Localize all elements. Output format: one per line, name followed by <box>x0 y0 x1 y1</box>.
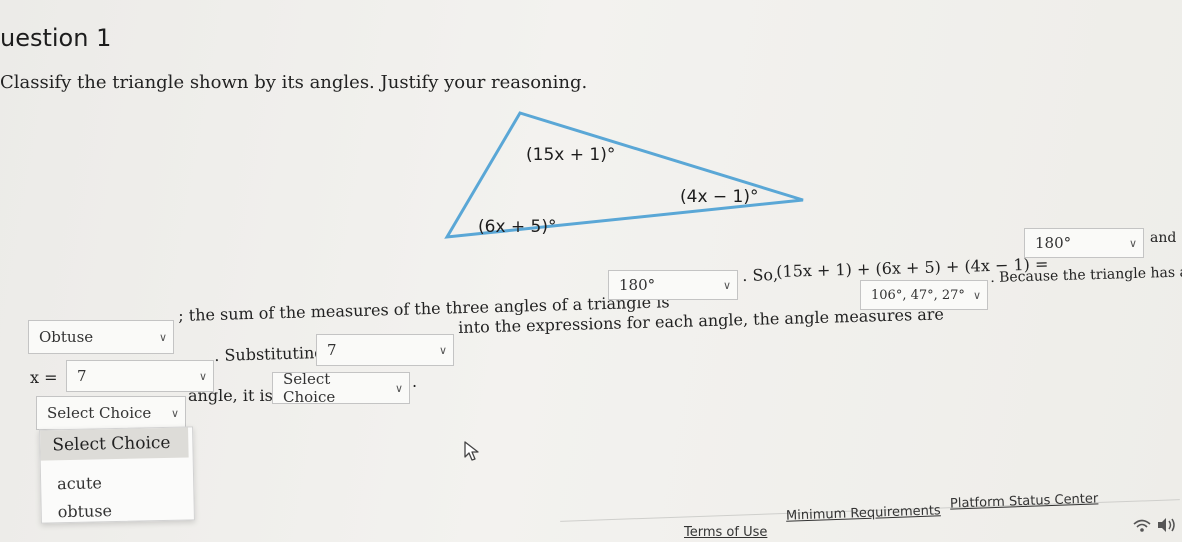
choice-dropdown-menu: Select Choice acute obtuse <box>39 426 195 524</box>
chevron-down-icon: ∨ <box>158 330 167 344</box>
chevron-down-icon: ∨ <box>198 369 207 383</box>
substitute-value: 7 <box>327 341 337 359</box>
angle-type-value: Select Choice <box>47 404 152 422</box>
volume-icon <box>1158 518 1175 532</box>
wifi-icon <box>1133 519 1151 532</box>
angle-left-label: (6x + 5)° <box>478 217 557 237</box>
equation-value: 180° <box>1035 234 1072 252</box>
requirements-link[interactable]: Minimum Requirements <box>786 503 941 523</box>
angle-type-select[interactable]: Select Choice ∨ <box>36 396 186 430</box>
question-title: uestion 1 <box>0 24 112 52</box>
angle-measures-select[interactable]: 106°, 47°, 27° ∨ <box>860 280 988 310</box>
triangle-type-select[interactable]: Select Choice ∨ <box>272 370 410 406</box>
text-angle-it-is: angle, it is <box>188 386 273 405</box>
substitute-select[interactable]: 7 ∨ <box>316 334 454 366</box>
text-so: . So, <box>742 264 779 285</box>
status-link[interactable]: Platform Status Center <box>950 491 1099 511</box>
text-substituting: . Substituting <box>214 342 325 365</box>
chevron-down-icon: ∨ <box>438 343 447 357</box>
question-prompt: Classify the triangle shown by its angle… <box>0 72 588 93</box>
text-period: . <box>412 372 418 391</box>
angle-right-label: (4x − 1)° <box>680 187 759 207</box>
text-and: and <box>1150 230 1177 246</box>
chevron-down-icon: ∨ <box>722 278 731 292</box>
dropdown-option-obtuse[interactable]: obtuse <box>58 501 113 521</box>
chevron-down-icon: ∨ <box>170 406 179 420</box>
classification-select[interactable]: Obtuse ∨ <box>28 320 174 354</box>
triangle-figure: (15x + 1)° (4x − 1)° (6x + 5)° <box>444 111 804 239</box>
sum-select[interactable]: 180° ∨ <box>608 270 738 300</box>
angle-measures-value: 106°, 47°, 27° <box>871 287 965 303</box>
dropdown-option-acute[interactable]: acute <box>57 473 102 493</box>
terms-link[interactable]: Terms of Use <box>684 525 767 540</box>
dropdown-header[interactable]: Select Choice <box>40 427 189 461</box>
x-value: 7 <box>77 367 87 385</box>
x-label: x = <box>30 368 58 387</box>
triangle-type-value: Select Choice <box>283 370 336 406</box>
sum-value: 180° <box>619 276 656 294</box>
classification-value: Obtuse <box>39 328 94 346</box>
equation-select[interactable]: 180° ∨ <box>1024 228 1144 258</box>
angle-top-label: (15x + 1)° <box>526 145 615 165</box>
chevron-down-icon: ∨ <box>972 288 981 302</box>
chevron-down-icon: ∨ <box>394 381 403 395</box>
chevron-down-icon: ∨ <box>1128 236 1137 250</box>
mouse-cursor-icon <box>464 441 479 461</box>
